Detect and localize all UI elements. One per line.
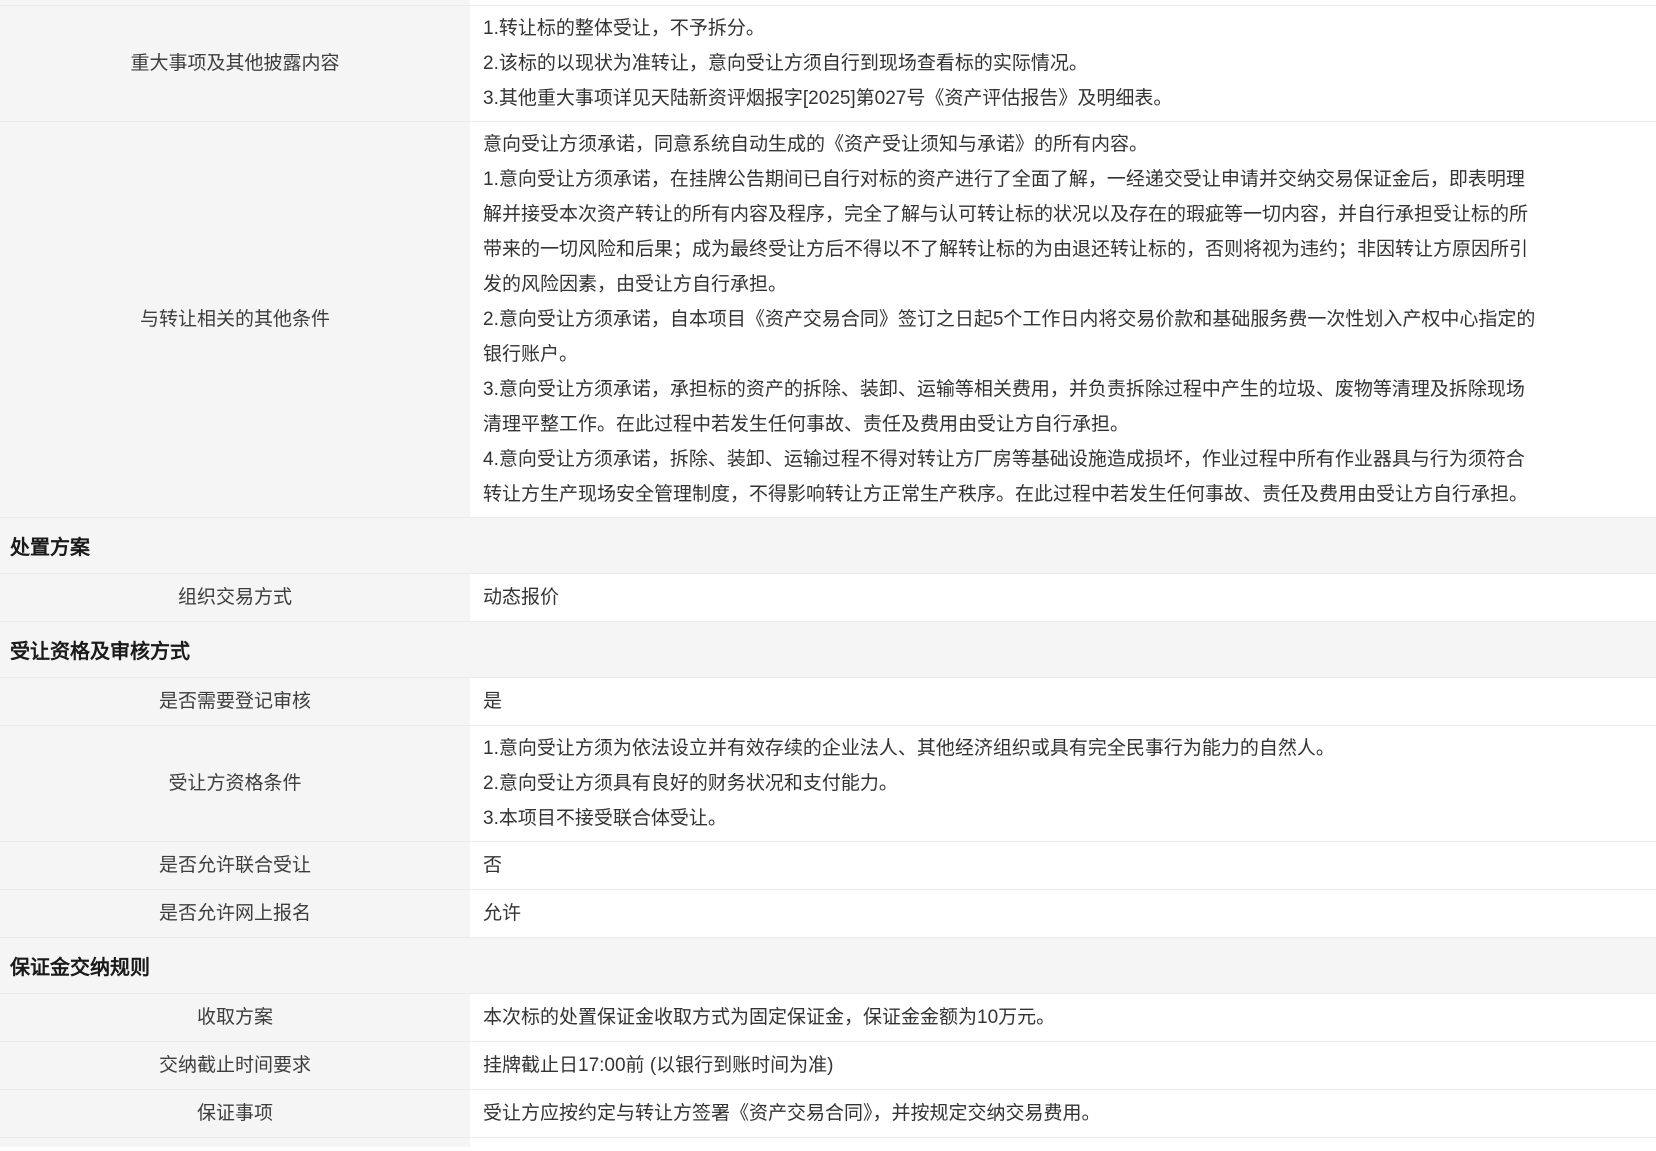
row-value-line: 4.意向受让方须承诺，拆除、装卸、运输过程不得对转让方厂房等基础设施造成损坏，作… xyxy=(483,442,1541,512)
row-value: 本次标的处置保证金收取方式为固定保证金，保证金金额为10万元。 xyxy=(470,994,1656,1041)
row-value: 1.意向受让方须为依法设立并有效存续的企业法人、其他经济组织或具有完全民事行为能… xyxy=(470,726,1656,841)
section-title: 保证金交纳规则 xyxy=(10,951,150,980)
row-value-line: 3.意向受让方须承诺，承担标的资产的拆除、装卸、运输等相关费用，并负责拆除过程中… xyxy=(483,372,1541,442)
section-header-row: 保证金交纳规则 xyxy=(0,937,1656,993)
row-value-line: 挂牌截止日17:00前 (以银行到账时间为准) xyxy=(483,1048,1541,1083)
section-header-row: 受让资格及审核方式 xyxy=(0,621,1656,677)
row-label: 组织交易方式 xyxy=(0,574,470,621)
row-label: 是否允许网上报名 xyxy=(0,890,470,937)
table-row: 交纳截止时间要求挂牌截止日17:00前 (以银行到账时间为准) xyxy=(0,1041,1656,1089)
row-value: 挂牌截止日17:00前 (以银行到账时间为准) xyxy=(470,1042,1656,1089)
table-row: 收取方案本次标的处置保证金收取方式为固定保证金，保证金金额为10万元。 xyxy=(0,993,1656,1041)
row-value-line: 受让方应按约定与转让方签署《资产交易合同》，并按规定交纳交易费用。 xyxy=(483,1096,1541,1131)
row-value-line: 1.意向受让方须为依法设立并有效存续的企业法人、其他经济组织或具有完全民事行为能… xyxy=(483,731,1541,766)
cropped-next-row-label xyxy=(0,1138,470,1147)
cropped-previous-row-label xyxy=(0,0,470,5)
row-value-line: 2.意向受让方须具有良好的财务状况和支付能力。 xyxy=(483,766,1541,801)
cropped-next-row-value xyxy=(470,1138,1656,1147)
row-label: 重大事项及其他披露内容 xyxy=(0,6,470,121)
row-label: 与转让相关的其他条件 xyxy=(0,122,470,517)
row-value-line: 动态报价 xyxy=(483,580,1541,615)
row-label: 收取方案 xyxy=(0,994,470,1041)
row-label: 保证事项 xyxy=(0,1090,470,1137)
row-value-line: 允许 xyxy=(483,896,1541,931)
cropped-previous-row-value xyxy=(470,0,1656,5)
table-row: 是否需要登记审核是 xyxy=(0,677,1656,725)
section-title: 受让资格及审核方式 xyxy=(10,635,190,664)
table-row: 是否允许联合受让否 xyxy=(0,841,1656,889)
row-value: 受让方应按约定与转让方签署《资产交易合同》，并按规定交纳交易费用。 xyxy=(470,1090,1656,1137)
row-value: 否 xyxy=(470,842,1656,889)
asset-listing-detail-page: 重大事项及其他披露内容1.转让标的整体受让，不予拆分。2.该标的以现状为准转让，… xyxy=(0,0,1656,1151)
table-row: 是否允许网上报名允许 xyxy=(0,889,1656,937)
table-row: 保证事项受让方应按约定与转让方签署《资产交易合同》，并按规定交纳交易费用。 xyxy=(0,1089,1656,1137)
table-row: 与转让相关的其他条件意向受让方须承诺，同意系统自动生成的《资产受让须知与承诺》的… xyxy=(0,121,1656,517)
section-title: 处置方案 xyxy=(10,531,90,560)
row-value-line: 意向受让方须承诺，同意系统自动生成的《资产受让须知与承诺》的所有内容。 xyxy=(483,127,1541,162)
row-value-line: 2.该标的以现状为准转让，意向受让方须自行到现场查看标的实际情况。 xyxy=(483,46,1541,81)
row-value: 是 xyxy=(470,678,1656,725)
row-value-line: 1.意向受让方须承诺，在挂牌公告期间已自行对标的资产进行了全面了解，一经递交受让… xyxy=(483,162,1541,302)
asset-detail-table: 重大事项及其他披露内容1.转让标的整体受让，不予拆分。2.该标的以现状为准转让，… xyxy=(0,0,1656,1147)
row-label: 受让方资格条件 xyxy=(0,726,470,841)
row-value-line: 1.转让标的整体受让，不予拆分。 xyxy=(483,11,1541,46)
section-header-row: 处置方案 xyxy=(0,517,1656,573)
row-value: 动态报价 xyxy=(470,574,1656,621)
row-label: 交纳截止时间要求 xyxy=(0,1042,470,1089)
row-value: 允许 xyxy=(470,890,1656,937)
row-value-line: 3.本项目不接受联合体受让。 xyxy=(483,801,1541,836)
cropped-next-row xyxy=(0,1137,1656,1147)
cropped-previous-row xyxy=(0,0,1656,5)
row-value-line: 否 xyxy=(483,848,1541,883)
row-label: 是否需要登记审核 xyxy=(0,678,470,725)
table-row: 组织交易方式动态报价 xyxy=(0,573,1656,621)
table-rows-container: 重大事项及其他披露内容1.转让标的整体受让，不予拆分。2.该标的以现状为准转让，… xyxy=(0,5,1656,1137)
row-value-line: 3.其他重大事项详见天陆新资评烟报字[2025]第027号《资产评估报告》及明细… xyxy=(483,81,1541,116)
row-value: 意向受让方须承诺，同意系统自动生成的《资产受让须知与承诺》的所有内容。1.意向受… xyxy=(470,122,1656,517)
row-value: 1.转让标的整体受让，不予拆分。2.该标的以现状为准转让，意向受让方须自行到现场… xyxy=(470,6,1656,121)
table-row: 受让方资格条件 1.意向受让方须为依法设立并有效存续的企业法人、其他经济组织或具有… xyxy=(0,725,1656,841)
table-row: 重大事项及其他披露内容1.转让标的整体受让，不予拆分。2.该标的以现状为准转让，… xyxy=(0,5,1656,121)
row-value-line: 本次标的处置保证金收取方式为固定保证金，保证金金额为10万元。 xyxy=(483,1000,1541,1035)
row-label: 是否允许联合受让 xyxy=(0,842,470,889)
row-value-line: 2.意向受让方须承诺，自本项目《资产交易合同》签订之日起5个工作日内将交易价款和… xyxy=(483,302,1541,372)
row-value-line: 是 xyxy=(483,684,1541,719)
